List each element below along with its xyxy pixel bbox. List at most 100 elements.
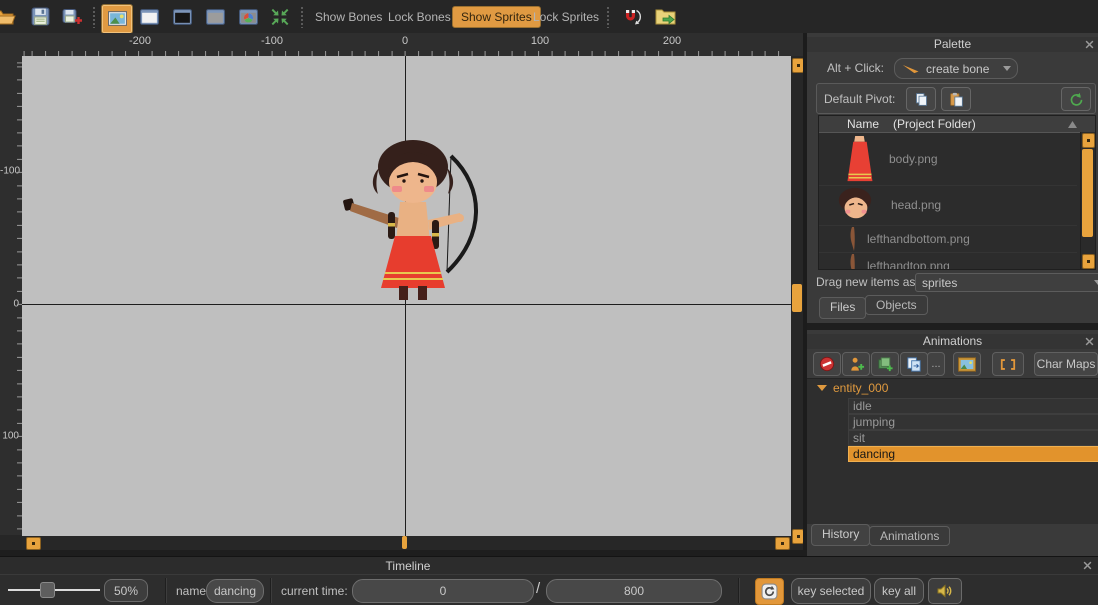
- zoom-percent-button[interactable]: 50%: [104, 579, 148, 602]
- toolbar-grip-2[interactable]: [300, 6, 305, 28]
- scroll-left-button[interactable]: [26, 537, 41, 550]
- open-file-button[interactable]: [0, 0, 17, 33]
- tab-objects[interactable]: Objects: [865, 295, 928, 315]
- animations-panel-header[interactable]: Animations: [807, 334, 1098, 349]
- current-time-input[interactable]: [352, 579, 534, 603]
- window-light-button[interactable]: [140, 0, 159, 33]
- fit-view-button[interactable]: [270, 0, 290, 33]
- file-row-head[interactable]: head.png: [819, 185, 1077, 226]
- animation-name-input[interactable]: [206, 579, 264, 603]
- char-maps-button[interactable]: Char Maps: [1034, 352, 1098, 376]
- hand-thumbnail: [847, 226, 859, 252]
- show-canvas-toggle-button[interactable]: [101, 2, 133, 35]
- selection-brackets-icon: [1000, 358, 1016, 371]
- animation-row-dancing[interactable]: dancing: [848, 446, 1098, 462]
- file-row-body[interactable]: body.png: [819, 133, 1077, 186]
- selection-bounds-button[interactable]: [992, 352, 1024, 376]
- snap-toggle-button[interactable]: [622, 0, 643, 33]
- save-button[interactable]: [31, 0, 50, 33]
- tab-history-label: History: [822, 527, 859, 541]
- sound-button[interactable]: [928, 578, 962, 604]
- close-icon[interactable]: [1085, 40, 1094, 49]
- export-button[interactable]: [655, 0, 676, 33]
- toolbar-grip-1[interactable]: [92, 6, 97, 28]
- duplicate-animation-button[interactable]: [900, 352, 928, 376]
- tab-files[interactable]: Files: [819, 297, 866, 319]
- window-dark-icon: [173, 9, 192, 25]
- file-row-lefthandbottom[interactable]: lefthandbottom.png: [819, 225, 1077, 253]
- add-animation-button[interactable]: [871, 352, 899, 376]
- animation-preview-button[interactable]: [953, 352, 981, 376]
- window-gray-button[interactable]: [206, 0, 225, 33]
- key-selected-button[interactable]: key selected: [791, 578, 871, 604]
- drag-new-items-label: Drag new items as: [816, 275, 915, 289]
- more-options-label: ...: [931, 360, 940, 368]
- entity-row[interactable]: entity_000: [817, 381, 888, 395]
- vertical-scroll-thumb[interactable]: [792, 284, 802, 312]
- animation-name: sit: [853, 431, 865, 445]
- refresh-pivot-button[interactable]: [1061, 87, 1091, 111]
- file-name: lefthandbottom.png: [867, 232, 970, 246]
- add-entity-button[interactable]: [842, 352, 870, 376]
- animation-row-jumping[interactable]: jumping: [848, 414, 1098, 430]
- lock-bones-button[interactable]: Lock Bones: [388, 0, 451, 33]
- close-icon[interactable]: [1083, 561, 1092, 570]
- save-as-icon: [62, 7, 83, 26]
- timeline-panel-header[interactable]: Timeline: [0, 556, 1098, 575]
- snap-magnet-icon: [622, 6, 643, 27]
- origin-axis-horizontal: [22, 304, 791, 305]
- ruler-label: 0: [402, 35, 408, 47]
- key-all-button[interactable]: key all: [874, 578, 924, 604]
- auto-key-button[interactable]: [755, 578, 784, 605]
- tab-animations[interactable]: Animations: [869, 526, 950, 546]
- scroll-right-button[interactable]: [775, 537, 790, 550]
- window-dark-button[interactable]: [173, 0, 192, 33]
- show-bones-button[interactable]: Show Bones: [315, 0, 382, 33]
- show-sprites-button[interactable]: Show Sprites: [452, 0, 541, 33]
- list-scroll-up-button[interactable]: [1082, 133, 1095, 148]
- animation-row-idle[interactable]: idle: [848, 398, 1098, 414]
- canvas-workspace[interactable]: [22, 56, 791, 536]
- copy-pivot-button[interactable]: [906, 87, 936, 111]
- current-time-label: current time:: [281, 584, 348, 598]
- save-as-button[interactable]: [62, 0, 83, 33]
- head-thumbnail: [835, 186, 875, 224]
- paste-pivot-button[interactable]: [941, 87, 971, 111]
- animation-length-input[interactable]: [546, 579, 722, 603]
- animations-toolbar: ... Char Maps: [807, 352, 1098, 376]
- file-list-scrollbar[interactable]: [1080, 132, 1095, 269]
- alt-click-dropdown[interactable]: create bone: [894, 58, 1018, 79]
- horizontal-scroll-thumb[interactable]: [402, 536, 407, 549]
- list-scroll-down-button[interactable]: [1082, 254, 1095, 269]
- list-scroll-thumb[interactable]: [1082, 149, 1093, 237]
- file-row-lefthandtop[interactable]: lefthandtop.png: [819, 252, 1077, 270]
- ruler-vertical: -100 0 100: [0, 56, 22, 535]
- file-name: body.png: [889, 152, 938, 166]
- character-sprite[interactable]: [333, 130, 493, 300]
- zoom-slider-handle[interactable]: [40, 582, 55, 598]
- palette-panel-header[interactable]: Palette: [807, 37, 1098, 52]
- save-icon: [31, 7, 50, 26]
- delete-animation-button[interactable]: [813, 352, 841, 376]
- duplicate-icon: [906, 356, 923, 373]
- time-divider: /: [536, 580, 540, 597]
- show-sprites-label: Show Sprites: [452, 6, 541, 28]
- animation-row-sit[interactable]: sit: [848, 430, 1098, 446]
- expander-icon[interactable]: [817, 385, 827, 391]
- sort-arrow-icon[interactable]: [1068, 121, 1077, 128]
- toolbar-grip-3[interactable]: [606, 6, 611, 28]
- tab-files-label: Files: [830, 300, 855, 314]
- drag-new-items-dropdown[interactable]: sprites: [915, 273, 1098, 292]
- auto-key-icon: [761, 583, 778, 600]
- file-list: Name (Project Folder) body.png head.png …: [818, 115, 1096, 270]
- close-icon[interactable]: [1085, 337, 1094, 346]
- canvas-horizontal-scrollbar[interactable]: [22, 536, 791, 550]
- more-options-button[interactable]: ...: [927, 352, 945, 376]
- tab-history[interactable]: History: [811, 524, 870, 546]
- hand-thumbnail: [847, 253, 859, 271]
- lock-sprites-button[interactable]: Lock Sprites: [533, 0, 599, 33]
- canvas-vertical-scrollbar[interactable]: [791, 56, 803, 536]
- chevron-down-icon: [1094, 280, 1098, 285]
- file-list-header[interactable]: Name (Project Folder): [819, 116, 1095, 133]
- window-color-button[interactable]: [239, 0, 258, 33]
